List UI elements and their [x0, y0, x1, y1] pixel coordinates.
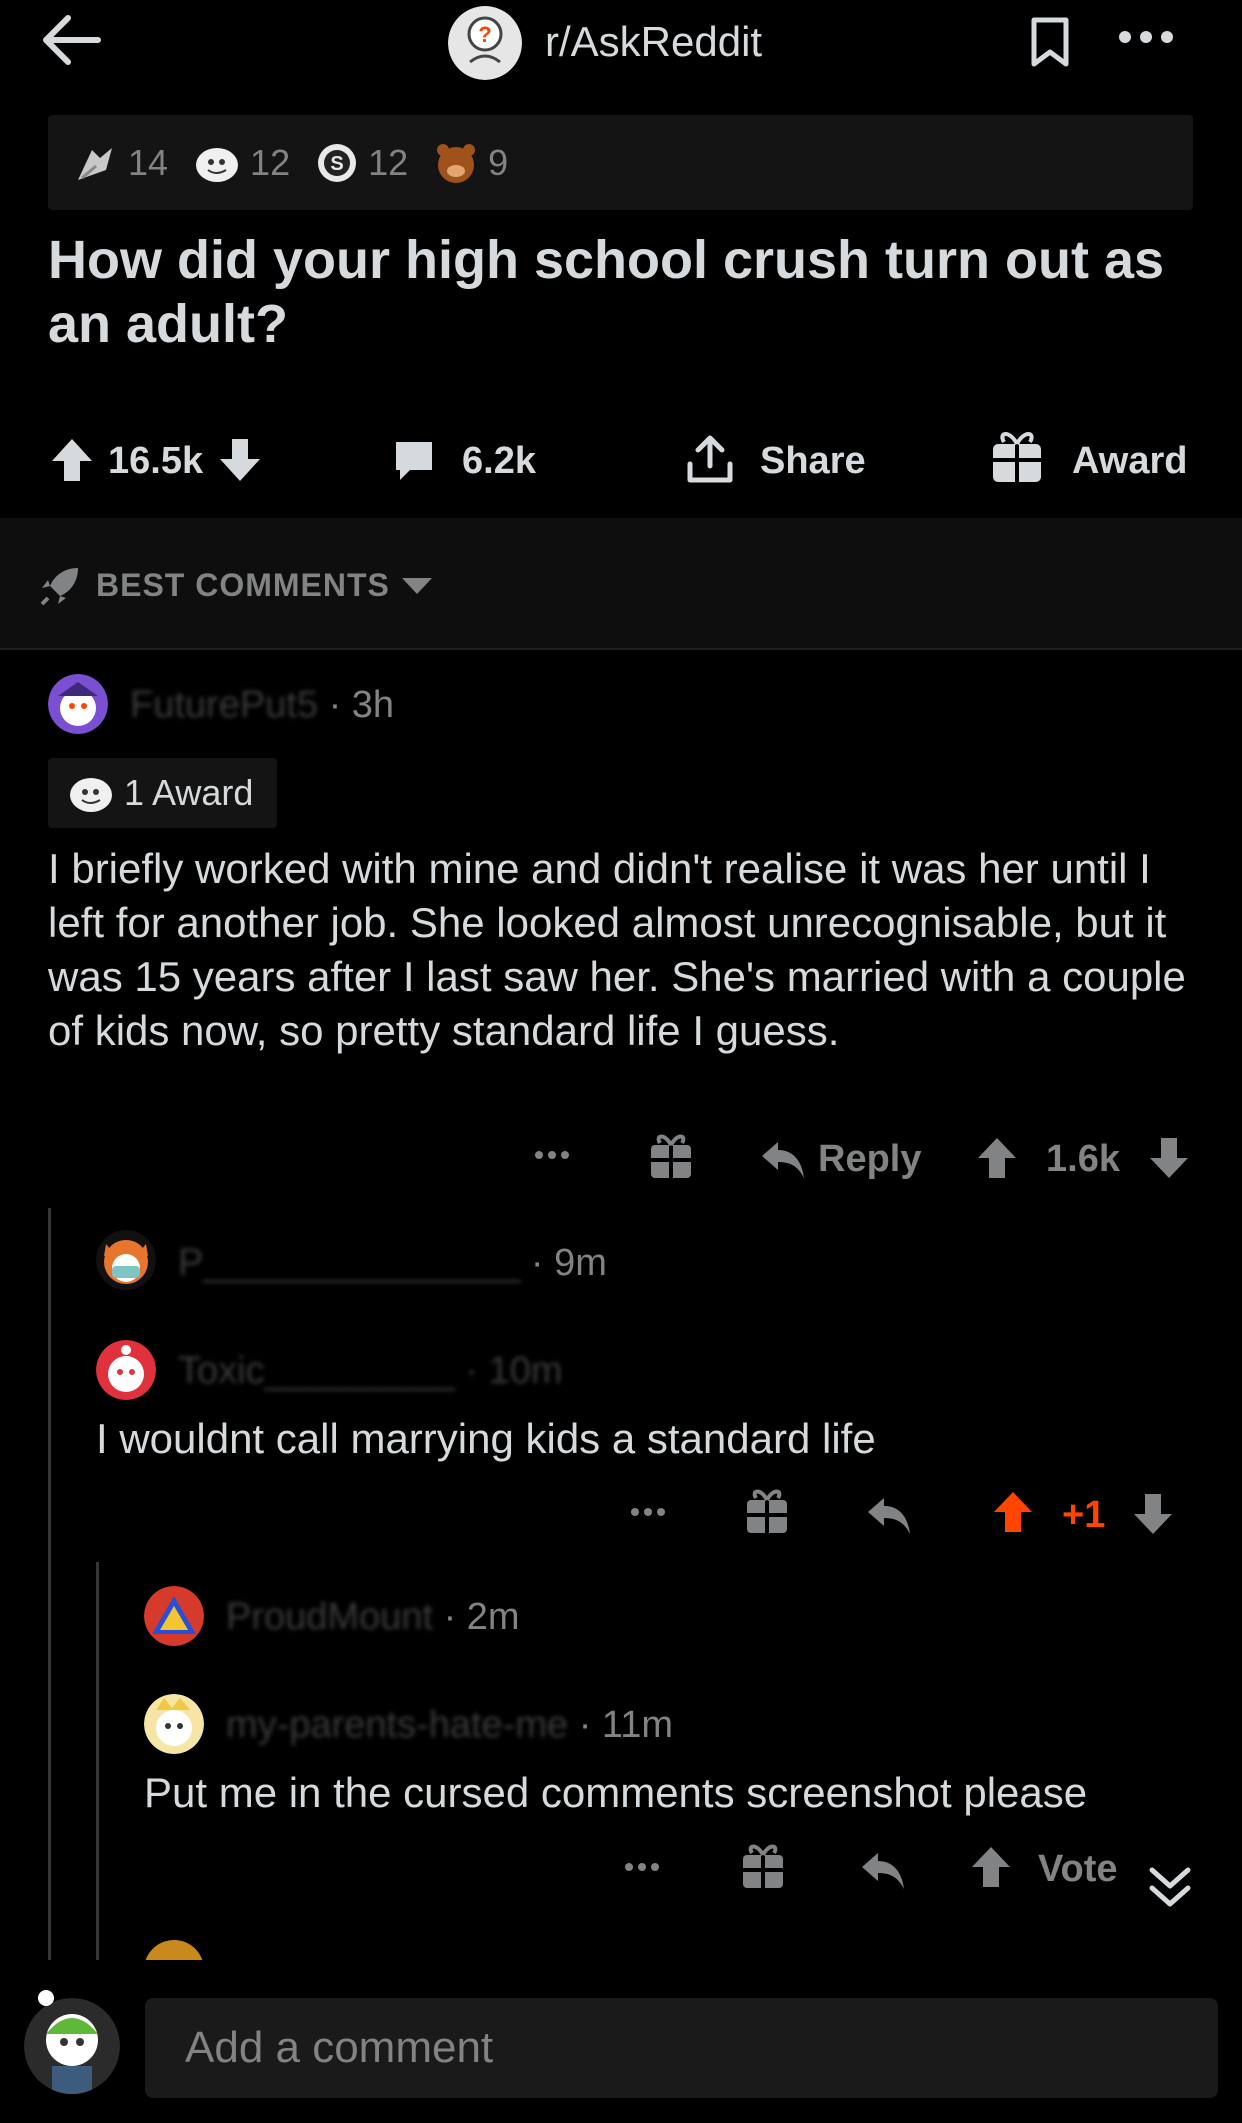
avatar[interactable] [144, 1586, 204, 1646]
gift-icon[interactable] [744, 1488, 790, 1536]
upvote-icon[interactable] [50, 437, 94, 483]
awards-bar[interactable]: 14 12 S 12 9 [48, 115, 1193, 210]
comment-author[interactable]: P_______________ [178, 1242, 520, 1284]
award-count: 14 [128, 141, 169, 183]
svg-text:S: S [330, 153, 343, 175]
comment-author[interactable]: my-parents-hate-me [226, 1704, 568, 1746]
online-status-dot [38, 1990, 54, 2006]
comment-meta: ProudMount · 2m [226, 1596, 520, 1639]
reply-button[interactable]: Reply [818, 1138, 921, 1181]
more-icon[interactable] [534, 1150, 570, 1160]
award-count: 12 [368, 141, 409, 183]
more-icon[interactable] [1118, 30, 1174, 44]
comment-time: · 2m [443, 1596, 520, 1638]
award-badge-label: 1 Award [124, 772, 254, 813]
svg-text:?: ? [478, 22, 491, 47]
post-actions: 16.5k 6.2k Share Award [0, 410, 1242, 510]
comment-meta: FuturePut5 · 3h [130, 684, 394, 727]
award-badge[interactable]: 1 Award [48, 758, 278, 828]
comment-body: I wouldnt call marrying kids a standard … [96, 1415, 876, 1462]
award-chip: S 12 [316, 142, 408, 184]
award-chip: 9 [434, 141, 508, 185]
award-button[interactable]: Award [1072, 440, 1187, 483]
wholesome-award-icon [194, 140, 240, 186]
reply-icon[interactable] [866, 1494, 912, 1536]
avatar[interactable] [48, 674, 108, 734]
comment-author[interactable]: FuturePut5 [130, 684, 318, 726]
avatar[interactable] [96, 1340, 156, 1400]
comment-input[interactable]: Add a comment [145, 1998, 1218, 2098]
comment-time: · 11m [578, 1704, 674, 1746]
upvote-icon[interactable] [992, 1490, 1034, 1534]
avatar [144, 1940, 204, 1960]
comment-icon[interactable] [392, 438, 436, 482]
comment-body: I briefly worked with mine and didn't re… [48, 845, 1186, 1054]
wholesome-award-icon [68, 772, 114, 814]
subreddit-name[interactable]: r/AskReddit [545, 18, 762, 66]
comment-vote-count: 1.6k [1046, 1138, 1120, 1180]
gift-icon[interactable] [740, 1843, 786, 1891]
avatar[interactable] [144, 1694, 204, 1754]
comment-time: · 3h [328, 684, 395, 726]
avatar[interactable] [96, 1230, 156, 1290]
gift-icon[interactable] [648, 1133, 694, 1181]
downvote-icon[interactable] [1148, 1136, 1190, 1180]
share-button[interactable]: Share [760, 440, 866, 483]
comment-author[interactable]: ProudMount [226, 1596, 433, 1638]
gold-award-icon: S [316, 142, 358, 184]
post-vote-count: 16.5k [108, 440, 204, 482]
reply-icon[interactable] [860, 1849, 906, 1891]
downvote-icon[interactable] [1132, 1492, 1174, 1536]
thread-line[interactable] [96, 1562, 99, 1960]
comment-meta: P_______________ · 9m [178, 1242, 607, 1285]
gift-icon[interactable] [990, 428, 1044, 486]
award-count: 12 [250, 141, 291, 183]
comment-time: · 9m [530, 1242, 607, 1284]
comment-time: · 10m [465, 1350, 563, 1392]
back-arrow-icon[interactable] [40, 14, 102, 66]
post-title: How did your high school crush turn out … [48, 230, 1165, 354]
silver-award-icon [72, 140, 118, 186]
award-chip: 14 [72, 140, 168, 186]
comment-author[interactable]: Toxic_________ [178, 1350, 455, 1392]
upvote-icon[interactable] [976, 1136, 1018, 1180]
reply-icon[interactable] [760, 1138, 806, 1180]
downvote-icon[interactable] [218, 437, 262, 483]
more-icon[interactable] [630, 1507, 666, 1517]
comment-meta: Toxic_________ · 10m [178, 1350, 562, 1393]
helpful-bear-award-icon [434, 141, 478, 185]
comment-vote-count: +1 [1062, 1494, 1106, 1536]
sort-label[interactable]: BEST COMMENTS [96, 567, 390, 604]
more-icon[interactable] [624, 1862, 660, 1872]
post-comment-count[interactable]: 6.2k [462, 440, 536, 483]
bookmark-icon[interactable] [1030, 16, 1070, 68]
thread-line[interactable] [48, 1208, 51, 1960]
award-count: 9 [488, 141, 509, 183]
subreddit-icon[interactable]: ? [448, 6, 522, 80]
chevron-down-icon[interactable] [400, 576, 434, 596]
award-chip: 12 [194, 140, 290, 186]
rocket-icon [38, 564, 82, 608]
top-bar: ? r/AskReddit [0, 0, 1242, 84]
comment-body: Put me in the cursed comments screenshot… [144, 1769, 1088, 1816]
avatar[interactable] [24, 1998, 120, 2094]
share-icon[interactable] [686, 434, 734, 484]
comment-meta: my-parents-hate-me · 11m [226, 1704, 673, 1747]
upvote-icon[interactable] [970, 1845, 1012, 1889]
collapse-thread-icon[interactable] [1148, 1866, 1192, 1910]
comment-vote-label[interactable]: Vote [1038, 1848, 1118, 1891]
